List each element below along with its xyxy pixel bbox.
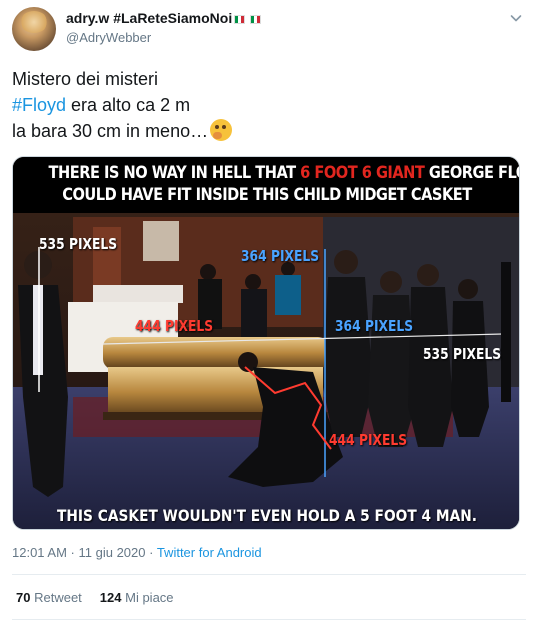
tweet-image[interactable]: THERE IS NO WAY IN HELL THAT 6 FOOT 6 GI… xyxy=(12,156,520,530)
banner-line-2: COULD HAVE FIT INSIDE THIS CHILD MIDGET … xyxy=(62,185,472,205)
tweet-line-3: la bara 30 cm in meno… xyxy=(12,118,522,144)
label-mid-364: 364 PIXELS xyxy=(335,317,414,335)
label-right-535: 535 PIXELS xyxy=(423,345,502,363)
retweets-stat[interactable]: 70 Retweet xyxy=(16,590,82,605)
banner-line-1: THERE IS NO WAY IN HELL THAT 6 FOOT 6 GI… xyxy=(48,163,519,183)
tweet-text: Mistero dei misteri #Floyd era alto ca 2… xyxy=(12,66,522,144)
divider xyxy=(12,619,526,620)
label-left-535: 535 PIXELS xyxy=(39,235,118,253)
divider xyxy=(12,574,526,575)
tweet-date[interactable]: 11 giu 2020 xyxy=(79,545,146,560)
tweet-meta: 12:01 AM · 11 giu 2020 · Twitter for And… xyxy=(12,545,262,560)
tweet-source-link[interactable]: Twitter for Android xyxy=(157,545,262,560)
label-bottom-444: 444 PIXELS xyxy=(329,431,408,449)
image-banner: THERE IS NO WAY IN HELL THAT 6 FOOT 6 GI… xyxy=(13,157,519,213)
hashtag-link[interactable]: #Floyd xyxy=(12,95,66,115)
chevron-down-icon[interactable] xyxy=(510,12,522,24)
label-casket-444: 444 PIXELS xyxy=(135,317,214,335)
image-bottom-caption: THIS CASKET WOULDN'T EVEN HOLD A 5 FOOT … xyxy=(57,506,477,525)
author-display-name[interactable]: adry.w #LaReteSiamoNoi xyxy=(66,10,262,26)
italy-flag-icon xyxy=(250,15,262,24)
thinking-face-icon xyxy=(210,119,233,141)
likes-stat[interactable]: 124 Mi piace xyxy=(100,590,174,605)
italy-flag-icon xyxy=(234,15,246,24)
avatar[interactable] xyxy=(12,7,56,51)
tweet: adry.w #LaReteSiamoNoi @AdryWebber Miste… xyxy=(0,0,538,625)
label-top-364: 364 PIXELS xyxy=(241,247,320,265)
tweet-line-2: #Floyd era alto ca 2 m xyxy=(12,95,191,115)
tweet-stats: 70 Retweet 124 Mi piace xyxy=(16,590,174,605)
tweet-line-1: Mistero dei misteri xyxy=(12,69,159,89)
author-handle[interactable]: @AdryWebber xyxy=(66,30,151,45)
tweet-timestamp[interactable]: 12:01 AM xyxy=(12,545,67,560)
